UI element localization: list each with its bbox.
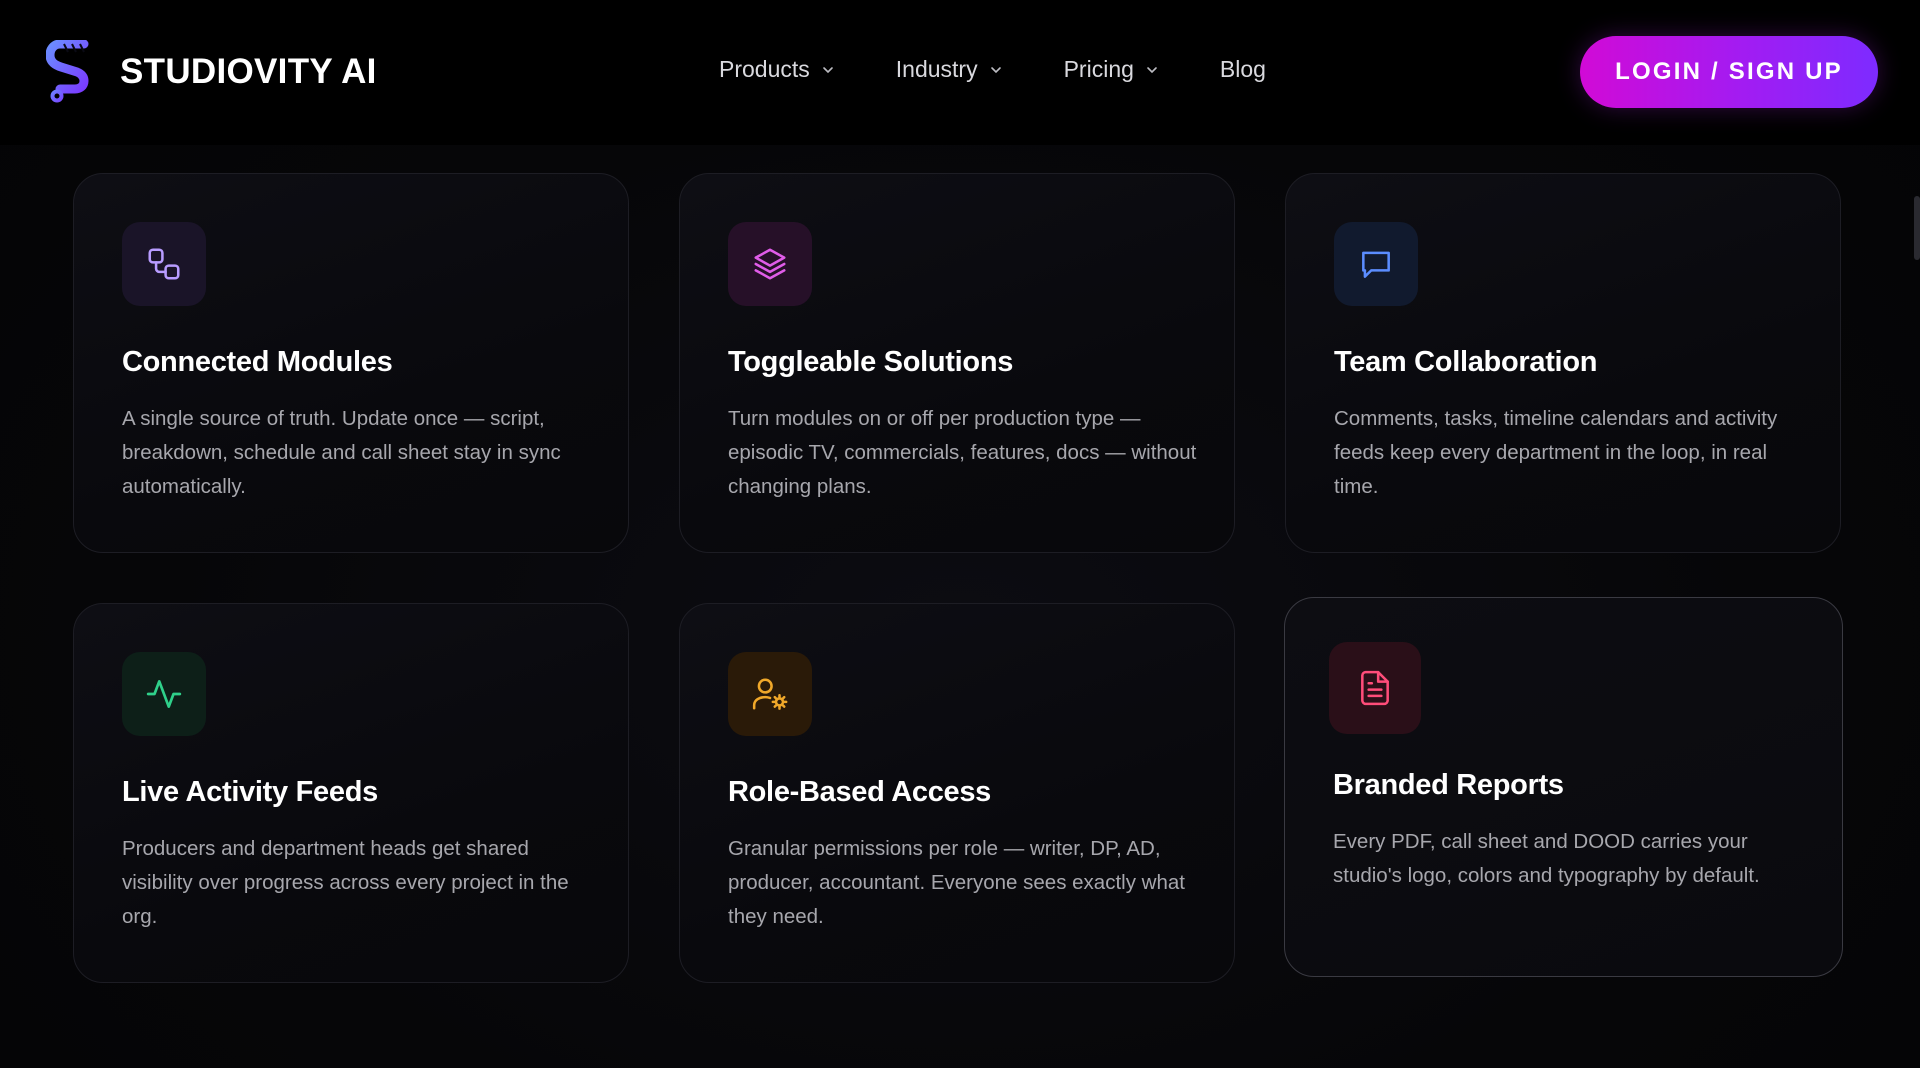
nav-pricing[interactable]: Pricing: [1064, 56, 1158, 83]
brand[interactable]: STUDIOVITY AI: [46, 40, 377, 104]
scrollbar-thumb[interactable]: [1914, 196, 1920, 260]
feature-description: Granular permissions per role — writer, …: [728, 837, 1185, 928]
layers-icon: [754, 248, 786, 280]
feature-title: Team Collaboration: [1334, 346, 1598, 378]
feature-icon-box: [728, 652, 812, 736]
page: STUDIOVITY AI Products Industry Pricing: [0, 0, 1920, 1068]
activity-pulse-icon: [146, 679, 182, 709]
feature-icon-box: [728, 222, 812, 306]
feature-description: Turn modules on or off per production ty…: [728, 407, 1197, 498]
nav-industry-label: Industry: [895, 56, 978, 82]
feature-title: Toggleable Solutions: [728, 346, 1014, 378]
feature-icon-box: [1329, 642, 1421, 734]
feature-title: Branded Reports: [1333, 769, 1564, 801]
nav-industry[interactable]: Industry: [896, 56, 1002, 83]
feature-icon-box: [122, 652, 206, 736]
top-navbar: STUDIOVITY AI Products Industry Pricing: [0, 0, 1920, 145]
brand-name: STUDIOVITY AI: [120, 52, 377, 91]
file-text-icon: [1361, 670, 1389, 706]
feature-description: Every PDF, call sheet and DOOD carries y…: [1333, 830, 1760, 887]
studiovity-logo-icon: [46, 40, 89, 103]
feature-card-branded-reports[interactable]: Branded Reports Every PDF, call sheet an…: [1284, 597, 1843, 977]
feature-card-toggleable-solutions: Toggleable Solutions Turn modules on or …: [679, 173, 1235, 553]
nav-products-label: Products: [719, 56, 810, 82]
nav-products[interactable]: Products: [719, 56, 834, 83]
main-nav: Products Industry Pricing Blog: [719, 56, 1266, 83]
chevron-down-icon: [822, 64, 834, 76]
feature-icon-box: [122, 222, 206, 306]
feature-description: Comments, tasks, timeline calendars and …: [1334, 407, 1778, 498]
feature-title: Role-Based Access: [728, 776, 992, 808]
nav-blog-label: Blog: [1219, 56, 1266, 82]
feature-description: Producers and department heads get share…: [122, 837, 569, 928]
feature-card-team-collaboration: Team Collaboration Comments, tasks, time…: [1285, 173, 1841, 553]
user-cog-icon: [752, 678, 788, 710]
chat-bubble-icon: [1362, 251, 1390, 278]
feature-icon-box: [1334, 222, 1418, 306]
feature-title: Connected Modules: [122, 346, 393, 378]
nav-blog[interactable]: Blog: [1220, 56, 1266, 83]
chevron-down-icon: [990, 64, 1002, 76]
connected-nodes-icon: [148, 248, 180, 280]
nav-pricing-label: Pricing: [1063, 56, 1134, 82]
feature-card-live-activity-feeds: Live Activity Feeds Producers and depart…: [73, 603, 629, 983]
feature-description: A single source of truth. Update once — …: [122, 407, 561, 498]
chevron-down-icon: [1146, 64, 1158, 76]
feature-title: Live Activity Feeds: [122, 776, 378, 808]
feature-card-connected-modules: Connected Modules A single source of tru…: [73, 173, 629, 553]
login-signup-button[interactable]: LOGIN / SIGN UP: [1580, 36, 1878, 108]
feature-card-role-based-access: Role-Based Access Granular permissions p…: [679, 603, 1235, 983]
